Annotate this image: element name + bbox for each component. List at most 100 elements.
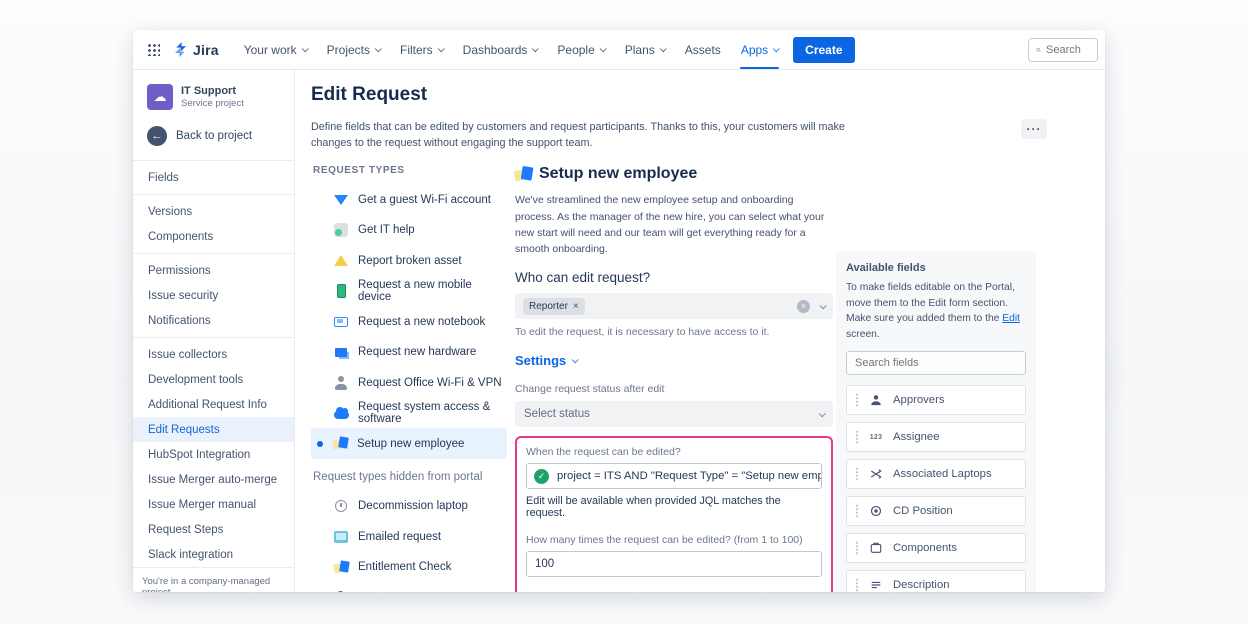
- available-field-components[interactable]: Components: [846, 533, 1026, 563]
- nav-projects[interactable]: Projects: [318, 30, 389, 69]
- who-can-edit-select[interactable]: Reporter × ×: [515, 293, 833, 319]
- chevron-down-icon[interactable]: [820, 302, 827, 309]
- edit-times-input[interactable]: [526, 551, 822, 577]
- target-icon: [870, 505, 882, 517]
- back-arrow-icon: ←: [147, 126, 167, 146]
- project-type-footer: You're in a company-managed project: [133, 567, 294, 592]
- drag-handle-icon[interactable]: [855, 578, 859, 592]
- sidebar-item-additional-request-info[interactable]: Additional Request Info: [133, 392, 294, 417]
- jql-help: Edit will be available when provided JQL…: [526, 495, 822, 519]
- sidebar-item-issue-merger-auto-merge[interactable]: Issue Merger auto-merge: [133, 467, 294, 492]
- text-lines-icon: [870, 579, 882, 591]
- request-types-heading: REQUEST TYPES: [311, 165, 507, 176]
- settings-toggle[interactable]: Settings: [515, 353, 833, 368]
- chevron-down-icon: [659, 45, 666, 52]
- who-can-edit-heading: Who can edit request?: [515, 270, 833, 285]
- desktop-background: Jira Your work Projects Filters Dashboar…: [0, 0, 1248, 624]
- app-switcher-icon[interactable]: [147, 43, 160, 56]
- more-actions-button[interactable]: ···: [1021, 119, 1047, 139]
- sidebar-item-request-steps[interactable]: Request Steps: [133, 517, 294, 542]
- request-types-panel: REQUEST TYPES Get a guest Wi-Fi account …: [311, 165, 507, 592]
- request-type-fix-account-problem[interactable]: Fix an account problem: [311, 582, 507, 592]
- search-input[interactable]: [1046, 44, 1090, 56]
- sidebar-item-issue-merger-manual[interactable]: Issue Merger manual: [133, 492, 294, 517]
- badge-icon: [333, 437, 348, 450]
- request-type-setup-new-employee[interactable]: Setup new employee: [311, 428, 507, 459]
- drag-handle-icon[interactable]: [855, 467, 859, 481]
- available-fields-heading: Available fields: [846, 262, 1026, 274]
- request-type-office-wifi-vpn[interactable]: Request Office Wi-Fi & VPN: [311, 367, 507, 398]
- request-type-report-broken-asset[interactable]: Report broken asset: [311, 245, 507, 276]
- available-field-assignee[interactable]: 123 Assignee: [846, 422, 1026, 452]
- global-search[interactable]: [1028, 38, 1098, 62]
- available-field-description[interactable]: Description: [846, 570, 1026, 592]
- vpn-icon: [334, 376, 348, 390]
- nav-dashboards[interactable]: Dashboards: [454, 30, 547, 69]
- available-field-associated-laptops[interactable]: Associated Laptops: [846, 459, 1026, 489]
- project-name: IT Support: [181, 85, 244, 97]
- page-title: Edit Request: [311, 84, 1105, 106]
- sidebar-item-development-tools[interactable]: Development tools: [133, 367, 294, 392]
- sidebar-item-slack-integration[interactable]: Slack integration: [133, 542, 294, 567]
- request-type-guest-wifi[interactable]: Get a guest Wi-Fi account: [311, 184, 507, 215]
- valid-check-icon: ✓: [534, 469, 549, 484]
- available-field-cd-position[interactable]: CD Position: [846, 496, 1026, 526]
- chevron-down-icon: [375, 45, 382, 52]
- request-type-get-it-help[interactable]: Get IT help: [311, 215, 507, 246]
- sidebar-item-components[interactable]: Components: [133, 224, 294, 249]
- sidebar-item-fields[interactable]: Fields: [133, 165, 294, 190]
- sidebar-item-hubspot-integration[interactable]: HubSpot Integration: [133, 442, 294, 467]
- project-header[interactable]: ☁ IT Support Service project: [133, 70, 294, 118]
- cloud-icon: ☁: [154, 89, 167, 105]
- more-icon: ···: [1027, 122, 1042, 136]
- drag-handle-icon[interactable]: [855, 393, 859, 407]
- request-type-new-notebook[interactable]: Request a new notebook: [311, 306, 507, 337]
- account-problem-icon: [335, 591, 348, 592]
- back-to-project-link[interactable]: ← Back to project: [133, 118, 294, 156]
- nav-plans[interactable]: Plans: [616, 30, 674, 69]
- sidebar-item-issue-security[interactable]: Issue security: [133, 283, 294, 308]
- nav-people[interactable]: People: [548, 30, 613, 69]
- drag-handle-icon[interactable]: [855, 430, 859, 444]
- it-help-icon: [334, 223, 348, 237]
- project-type: Service project: [181, 98, 244, 109]
- sidebar-item-versions[interactable]: Versions: [133, 199, 294, 224]
- hidden-request-types-heading: Request types hidden from portal: [313, 471, 507, 483]
- request-type-system-access[interactable]: Request system access & software: [311, 398, 507, 429]
- select-status-dropdown[interactable]: Select status: [515, 401, 833, 427]
- sidebar-item-edit-requests[interactable]: Edit Requests: [133, 417, 294, 442]
- edit-screen-link[interactable]: Edit: [1002, 313, 1020, 324]
- reporter-tag[interactable]: Reporter ×: [523, 298, 585, 315]
- drag-handle-icon[interactable]: [855, 541, 859, 555]
- request-type-entitlement-check[interactable]: Entitlement Check: [311, 552, 507, 583]
- chevron-down-icon: [437, 45, 444, 52]
- funnel-icon: [334, 195, 348, 205]
- request-type-decommission-laptop[interactable]: Decommission laptop: [311, 491, 507, 522]
- search-fields-input[interactable]: [846, 351, 1026, 375]
- project-settings-sidebar: ☁ IT Support Service project ← Back to p…: [133, 70, 295, 592]
- chevron-down-icon: [532, 45, 539, 52]
- chevron-down-icon: [572, 357, 579, 364]
- request-type-new-hardware[interactable]: Request new hardware: [311, 337, 507, 368]
- nav-filters[interactable]: Filters: [391, 30, 452, 69]
- available-field-approvers[interactable]: Approvers: [846, 385, 1026, 415]
- badge-icon: [334, 561, 349, 574]
- request-type-new-mobile-device[interactable]: Request a new mobile device: [311, 276, 507, 307]
- nav-your-work[interactable]: Your work: [235, 30, 316, 69]
- sidebar-item-permissions[interactable]: Permissions: [133, 258, 294, 283]
- drag-handle-icon[interactable]: [855, 504, 859, 518]
- remove-tag-icon[interactable]: ×: [573, 301, 579, 312]
- sidebar-item-notifications[interactable]: Notifications: [133, 308, 294, 333]
- nav-apps[interactable]: Apps: [732, 30, 787, 69]
- nav-assets[interactable]: Assets: [676, 30, 730, 69]
- jql-label: When the request can be edited?: [526, 446, 822, 458]
- chevron-down-icon: [773, 45, 780, 52]
- create-button[interactable]: Create: [793, 37, 854, 63]
- jira-app-window: Jira Your work Projects Filters Dashboar…: [133, 30, 1105, 592]
- jira-logo[interactable]: Jira: [172, 41, 219, 58]
- cloud-upload-icon: [334, 411, 349, 419]
- sidebar-item-issue-collectors[interactable]: Issue collectors: [133, 342, 294, 367]
- jql-input[interactable]: ✓ project = ITS AND "Request Type" = "Se…: [526, 463, 822, 489]
- clear-select-icon[interactable]: ×: [797, 300, 810, 313]
- request-type-emailed-request[interactable]: Emailed request: [311, 521, 507, 552]
